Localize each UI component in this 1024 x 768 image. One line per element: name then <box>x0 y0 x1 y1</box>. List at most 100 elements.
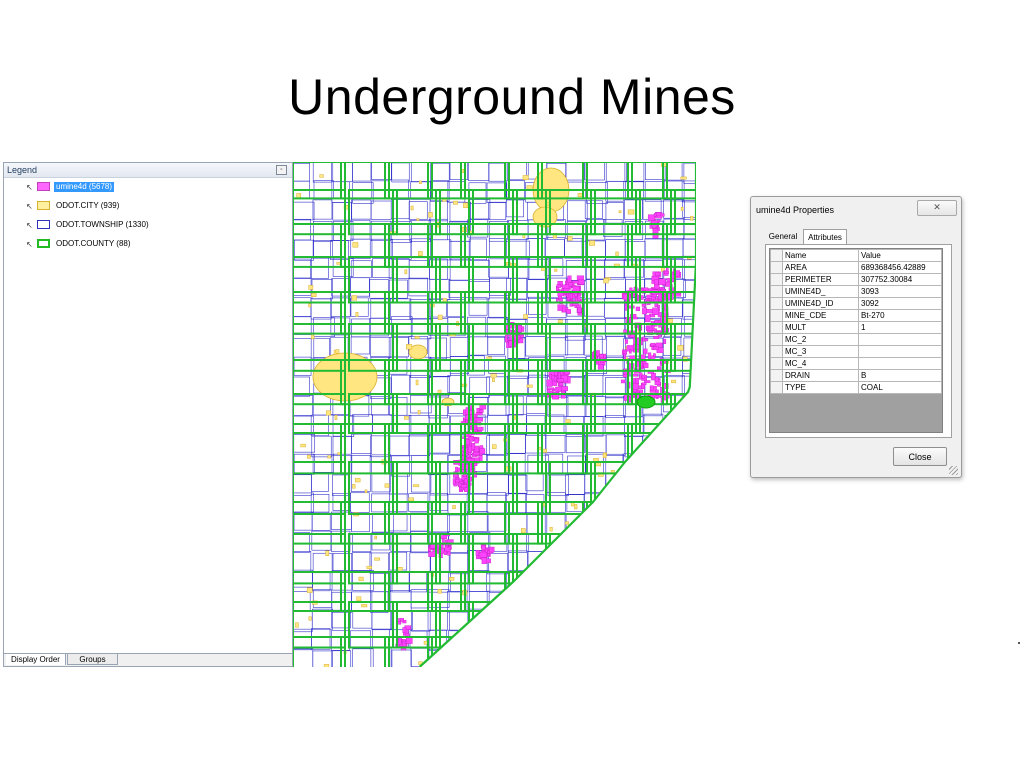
mine-shape <box>642 336 646 342</box>
mine-shape <box>557 372 561 380</box>
mine-shape <box>646 294 651 299</box>
attr-name: MINE_CDE <box>782 309 859 322</box>
city-shape <box>615 251 619 256</box>
legend-layer-township[interactable]: ↖ ODOT.TOWNSHIP (1330) <box>4 216 292 235</box>
legend-layer-county[interactable]: ↖ ODOT.COUNTY (88) <box>4 235 292 254</box>
city-shape <box>355 312 359 317</box>
city-shape <box>680 207 684 211</box>
mine-shape <box>478 426 484 431</box>
city-shape <box>364 489 368 493</box>
mine-shape <box>632 383 639 390</box>
table-row[interactable]: UMINE4D_ID 3092 <box>770 297 942 310</box>
city-shape <box>335 349 340 354</box>
mine-shape <box>654 279 659 286</box>
table-row[interactable]: MC_3 <box>770 345 942 358</box>
city-shape <box>308 303 312 308</box>
city-shape <box>554 268 558 272</box>
city-shape <box>453 200 458 205</box>
table-row[interactable]: DRAIN B <box>770 369 942 382</box>
row-header-cell[interactable] <box>770 321 783 334</box>
city-shape <box>452 505 456 509</box>
mine-shape <box>646 309 653 314</box>
legend-panel: Legend ▫ ↖ umine4d (5678) ↖ ODOT.CITY (9… <box>3 162 293 667</box>
slide-title: Underground Mines <box>288 69 736 125</box>
legend-layer-city[interactable]: ↖ ODOT.CITY (939) <box>4 197 292 216</box>
city-shape <box>311 293 317 297</box>
city-shape <box>418 251 423 256</box>
city-shape <box>306 587 313 593</box>
city-shape <box>408 497 415 502</box>
mine-shape <box>400 618 405 622</box>
row-header-cell[interactable] <box>770 261 783 274</box>
row-header-cell[interactable] <box>770 309 783 322</box>
pointer-icon: ↖ <box>26 202 33 211</box>
attr-value: Bt-270 <box>858 309 942 322</box>
swatch-mine <box>37 182 50 191</box>
row-header-cell[interactable] <box>770 333 783 346</box>
mine-shape <box>553 376 557 382</box>
city-shape <box>690 215 694 221</box>
attr-value: 1 <box>858 321 942 334</box>
table-row[interactable]: MULT 1 <box>770 321 942 334</box>
city-shape <box>361 604 368 608</box>
city-shape <box>526 384 533 388</box>
mine-shape <box>641 303 647 307</box>
row-header-cell[interactable] <box>770 357 783 370</box>
resize-grip-icon[interactable] <box>949 466 958 475</box>
tab-general[interactable]: General <box>764 229 802 244</box>
table-row[interactable]: AREA 689368456.42889 <box>770 261 942 274</box>
column-header-name: Name <box>782 249 859 262</box>
mine-shape <box>560 386 568 391</box>
mine-shape <box>474 437 479 444</box>
mine-shape <box>635 306 641 311</box>
city-shape <box>574 504 578 510</box>
attr-value <box>858 357 942 370</box>
legend-header: Legend <box>4 163 292 178</box>
legend-layer-umine4d[interactable]: ↖ umine4d (5678) <box>4 178 292 197</box>
pin-icon[interactable]: ▫ <box>276 165 287 175</box>
attribute-table[interactable]: Name Value AREA 689368456.42889 PERIMETER… <box>769 248 943 433</box>
table-row[interactable]: PERIMETER 307752.30084 <box>770 273 942 286</box>
city-shape <box>406 344 413 350</box>
row-header-cell[interactable] <box>770 381 783 394</box>
city-shape <box>319 174 324 178</box>
close-button[interactable]: Close <box>893 447 947 466</box>
mine-shape <box>428 551 436 557</box>
row-header-cell[interactable] <box>770 297 783 310</box>
map-canvas[interactable] <box>293 162 696 667</box>
dialog-title: umine4d Properties <box>756 205 835 215</box>
table-row[interactable]: MC_4 <box>770 357 942 370</box>
attr-name: UMINE4D_ <box>782 285 859 298</box>
mine-shape <box>479 551 487 558</box>
tab-groups[interactable]: Groups <box>67 654 118 665</box>
table-row[interactable]: MC_2 <box>770 333 942 346</box>
city-shape <box>680 176 687 180</box>
table-row[interactable]: TYPE COAL <box>770 381 942 394</box>
row-header-cell[interactable] <box>770 285 783 298</box>
city-shape <box>374 535 377 540</box>
city-shape <box>326 410 331 416</box>
tab-display-order[interactable]: Display Order <box>6 654 66 665</box>
city-shape <box>449 577 455 581</box>
city-shape <box>308 616 312 621</box>
mine-shape <box>474 445 480 453</box>
mine-shape <box>624 339 628 344</box>
mine-shape <box>481 557 487 564</box>
mine-shape <box>556 284 562 288</box>
attr-name: MC_4 <box>782 357 859 370</box>
row-header-cell[interactable] <box>770 273 783 286</box>
tab-attributes[interactable]: Attributes <box>803 229 847 244</box>
mine-shape <box>623 353 626 360</box>
mine-shape <box>566 309 572 314</box>
row-header-cell[interactable] <box>770 369 783 382</box>
close-icon[interactable]: ✕ <box>917 200 957 216</box>
legend-tab-strip: Display Order Groups <box>4 653 292 666</box>
stray-dot <box>1018 642 1020 644</box>
row-header-cell[interactable] <box>770 345 783 358</box>
mine-shape <box>647 352 652 359</box>
swatch-city <box>37 201 50 210</box>
table-row[interactable]: UMINE4D_ 3093 <box>770 285 942 298</box>
table-row[interactable]: MINE_CDE Bt-270 <box>770 309 942 322</box>
map-view[interactable] <box>293 162 696 667</box>
city-shape <box>308 285 314 290</box>
